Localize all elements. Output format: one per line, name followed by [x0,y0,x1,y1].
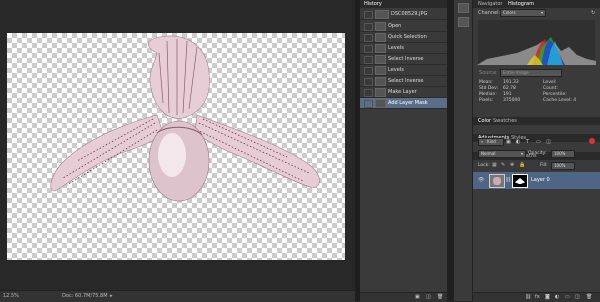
document-area [0,0,355,290]
history-item[interactable]: Levels [360,43,447,54]
type-filter-icon[interactable]: T [526,139,529,145]
snapshot-checkbox[interactable] [364,11,373,19]
link-icon[interactable]: ⛓ [505,177,511,183]
canvas[interactable] [7,33,345,260]
history-step-icon [375,66,386,75]
opacity-label: Opacity: [528,151,547,156]
snapshot-label: DSC08529.JPG [391,11,428,17]
right-panels: Navigator Histogram Channel: Colors ▾ ↻ … [473,0,600,302]
doc-size: Doc: 60.7M/75.8M [62,293,108,299]
tab-color[interactable]: Color [478,118,491,124]
source-select[interactable]: Entire Image [500,69,562,77]
history-item[interactable]: Select Inverse [360,76,447,87]
history-item[interactable]: Quick Selection [360,32,447,43]
trash-icon[interactable]: 🗑 [437,294,443,300]
add-mask-icon[interactable]: ◙ [545,294,550,300]
histogram-graph [477,19,596,65]
color-tabbar: Color Swatches [473,117,600,125]
navigator-tabbar: Navigator Histogram [473,0,600,8]
lock-label: Lock: [478,163,490,168]
chevron-down-icon: ▾ [520,151,523,156]
collapsed-panel-icons [454,0,473,301]
layer-thumbnail [489,174,505,188]
adjustment-layer-icon[interactable]: ◐ [555,294,559,300]
history-step-icon [375,99,386,108]
link-layers-icon[interactable]: ⛓ [525,294,531,300]
filter-toggle[interactable] [589,138,595,144]
history-step-icon [375,77,386,86]
fill-input[interactable]: 100% [551,162,575,170]
source-label: Source: [479,70,498,76]
history-panel: History DSC08529.JPG Open Quick Selectio… [360,0,447,302]
group-folder-icon[interactable]: ▭ [565,294,570,300]
history-item-selected[interactable]: Add Layer Mask [360,98,447,109]
smart-object-filter-icon[interactable]: ◫ [546,139,551,145]
eye-icon[interactable]: 👁 [478,177,484,183]
panel-divider [447,0,454,301]
properties-panel-icon[interactable] [458,17,469,27]
chevron-down-icon: ▾ [540,10,543,15]
trash-icon[interactable]: 🗑 [586,294,592,300]
channel-label: Channel: [478,10,501,16]
layer-mask-thumbnail[interactable] [512,174,528,188]
new-document-icon[interactable]: ◫ [426,294,431,300]
new-snapshot-icon[interactable]: ▣ [415,294,420,300]
history-item[interactable]: Make Layer [360,87,447,98]
opacity-input[interactable]: 100% [551,150,575,158]
lock-all-icon[interactable]: 🔒 [519,162,525,168]
layer-kind-filter[interactable]: ⌕ Kind [478,138,504,146]
tab-histogram[interactable]: Histogram [508,1,534,7]
tab-swatches[interactable]: Swatches [493,118,517,124]
fx-icon[interactable]: fx [535,294,540,300]
history-item[interactable]: Open [360,21,447,32]
lock-icons: ▦ ✎ ✥ 🔒 [492,162,532,168]
history-step-icon [375,22,386,31]
history-item[interactable]: Levels [360,65,447,76]
zoom-level[interactable]: 12.5% [3,293,19,299]
status-arrow-icon[interactable]: ▸ [110,293,113,299]
status-bar: 12.5% Doc: 60.7M/75.8M ▸ [0,290,355,302]
search-icon: ⌕ [481,139,484,144]
new-layer-icon[interactable]: ◫ [575,294,580,300]
history-step-icon [375,33,386,42]
layer-filter-icons: ▣ ◐ T ▭ ◫ [506,139,586,145]
snapshot-thumbnail-icon [375,10,389,19]
refresh-icon[interactable]: ↻ [591,10,595,16]
layer-name[interactable]: Layer 0 [531,177,550,183]
history-snapshot[interactable]: DSC08529.JPG [360,9,447,20]
histogram-stats-right: Level: Count: Percentile: Cache Level: 4 [543,80,577,103]
history-panel-icon[interactable] [458,3,469,13]
layer-row[interactable]: 👁 ⛓ Layer 0 [473,172,600,189]
lock-pixels-icon[interactable]: ✎ [501,162,505,168]
channel-select[interactable]: Colors ▾ [500,9,546,17]
histogram-stats-left: Mean: 191.33 Std Dev: 62.78 Median: 191 … [479,80,521,103]
history-tabbar: History [360,0,447,8]
tab-navigator[interactable]: Navigator [478,1,502,7]
history-step-icon [375,44,386,53]
adjustment-filter-icon[interactable]: ◐ [516,139,520,145]
pixel-filter-icon[interactable]: ▣ [506,139,511,145]
orchid-image [50,35,320,202]
lock-transparency-icon[interactable]: ▦ [492,162,497,168]
history-step-icon [375,55,386,64]
tab-history[interactable]: History [364,1,382,7]
fill-label: Fill: [540,163,548,168]
lock-position-icon[interactable]: ✥ [510,162,514,168]
history-item[interactable]: Select Inverse [360,54,447,65]
blend-mode-select[interactable]: Normal ▾ [478,150,526,158]
shape-filter-icon[interactable]: ▭ [536,139,541,145]
history-step-icon [375,88,386,97]
